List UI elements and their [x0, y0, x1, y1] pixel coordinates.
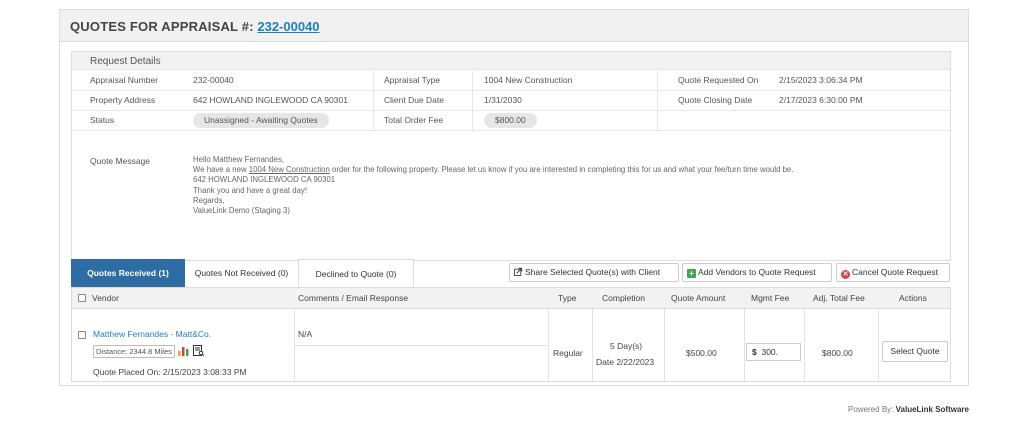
adj-total-cell: $800.00 — [822, 348, 853, 358]
add-vendors-button[interactable]: + Add Vendors to Quote Request — [682, 263, 832, 282]
quotes-table: Vendor Comments / Email Response Type Co… — [71, 287, 951, 382]
quote-message-line: We have a new 1004 New Construction orde… — [193, 165, 794, 175]
quote-message-line: Hello Matthew Fernandes, — [193, 155, 285, 164]
quote-placed-on: Quote Placed On: 2/15/2023 3:08:33 PM — [93, 367, 247, 377]
appraisal-type-link[interactable]: 1004 New Construction — [249, 165, 330, 174]
powered-by: Powered By: ValueLink Software — [848, 405, 969, 414]
total-order-fee-badge: $800.00 — [484, 113, 537, 128]
header-mgmt-fee: Mgmt Fee — [751, 293, 790, 303]
details-row: Property Address 642 HOWLAND INGLEWOOD C… — [72, 91, 950, 111]
quote-requested-label: Quote Requested On — [678, 75, 759, 85]
header-comments: Comments / Email Response — [298, 293, 409, 303]
distance-badge: Distance: 2344.8 Miles — [93, 345, 175, 358]
quote-message-line: 642 HOWLAND INGLEWOOD CA 90301 — [193, 175, 336, 185]
appraisal-number-value: 232-00040 — [193, 75, 234, 85]
header-quote-amount: Quote Amount — [671, 293, 726, 303]
status-label: Status — [90, 115, 115, 125]
quote-requested-value: 2/15/2023 3:06:34 PM — [779, 75, 863, 85]
header-vendor: Vendor — [92, 293, 119, 303]
header-adj-total: Adj. Total Fee — [813, 293, 865, 303]
tab-declined-to-quote[interactable]: Declined to Quote (0) — [298, 259, 414, 287]
quote-closing-value: 2/17/2023 6:30:00 PM — [779, 95, 863, 105]
quote-tabs: Quotes Received (1) Quotes Not Received … — [71, 259, 951, 287]
appraisal-number-label: Appraisal Number — [90, 75, 159, 85]
status-badge: Unassigned - Awaiting Quotes — [193, 113, 329, 128]
client-due-date-label: Client Due Date — [384, 95, 445, 105]
quote-message-line: ValueLink Demo (Staging 3) — [193, 206, 290, 216]
quote-message-line: Regards, — [193, 195, 225, 205]
quote-closing-label: Quote Closing Date — [678, 95, 753, 105]
quote-amount-cell: $500.00 — [686, 348, 717, 358]
quote-message-line: Thank you and have a great day! — [193, 185, 307, 195]
request-details: Request Details Appraisal Number 232-000… — [71, 51, 951, 261]
bar-chart-icon[interactable] — [178, 346, 189, 356]
select-all-checkbox[interactable] — [78, 294, 86, 302]
page-title: QUOTES FOR APPRAISAL #: — [70, 19, 254, 34]
plus-icon: + — [687, 269, 696, 278]
panel-header: QUOTES FOR APPRAISAL #: 232-00040 — [60, 10, 968, 42]
header-type: Type — [558, 293, 577, 303]
quotes-panel: QUOTES FOR APPRAISAL #: 232-00040 Reques… — [59, 9, 969, 386]
total-order-fee-label: Total Order Fee — [384, 115, 444, 125]
cancel-quote-request-button[interactable]: ✕ Cancel Quote Request — [836, 263, 950, 282]
table-header: Vendor Comments / Email Response Type Co… — [72, 288, 950, 309]
completion-date: Date 2/22/2023 — [596, 357, 655, 367]
vendor-name-link[interactable]: Matthew Fernandes - Matt&Co. — [93, 329, 211, 339]
completion-days: 5 Day(s) — [610, 341, 643, 351]
header-completion: Completion — [602, 293, 645, 303]
row-select-checkbox[interactable] — [78, 331, 86, 339]
header-actions: Actions — [899, 293, 927, 303]
select-quote-button[interactable]: Select Quote — [882, 341, 948, 362]
share-quotes-button[interactable]: Share Selected Quote(s) with Client — [509, 263, 679, 282]
property-address-value: 642 HOWLAND INGLEWOOD CA 90301 — [193, 95, 348, 105]
brand-link[interactable]: ValueLink Software — [896, 405, 969, 414]
appraisal-number-link[interactable]: 232-00040 — [257, 19, 319, 34]
document-search-icon[interactable] — [192, 345, 204, 357]
share-icon — [514, 267, 523, 276]
appraisal-type-value: 1004 New Construction — [484, 75, 573, 85]
request-details-title: Request Details — [72, 52, 950, 70]
comments-cell: N/A — [298, 329, 313, 339]
quote-message: Hello Matthew Fernandes, We have a new 1… — [193, 155, 943, 216]
mgmt-fee-input[interactable]: $ 300. — [746, 343, 801, 361]
appraisal-type-label: Appraisal Type — [384, 75, 441, 85]
client-due-date-value: 1/31/2030 — [484, 95, 522, 105]
details-row: Status Unassigned - Awaiting Quotes Tota… — [72, 111, 950, 131]
type-cell: Regular — [553, 348, 583, 358]
tab-quotes-not-received[interactable]: Quotes Not Received (0) — [185, 259, 298, 287]
close-icon: ✕ — [841, 270, 850, 279]
property-address-label: Property Address — [90, 95, 156, 105]
quote-message-label: Quote Message — [90, 156, 151, 166]
details-row: Appraisal Number 232-00040 Appraisal Typ… — [72, 71, 950, 91]
tab-quotes-received[interactable]: Quotes Received (1) — [71, 259, 185, 287]
